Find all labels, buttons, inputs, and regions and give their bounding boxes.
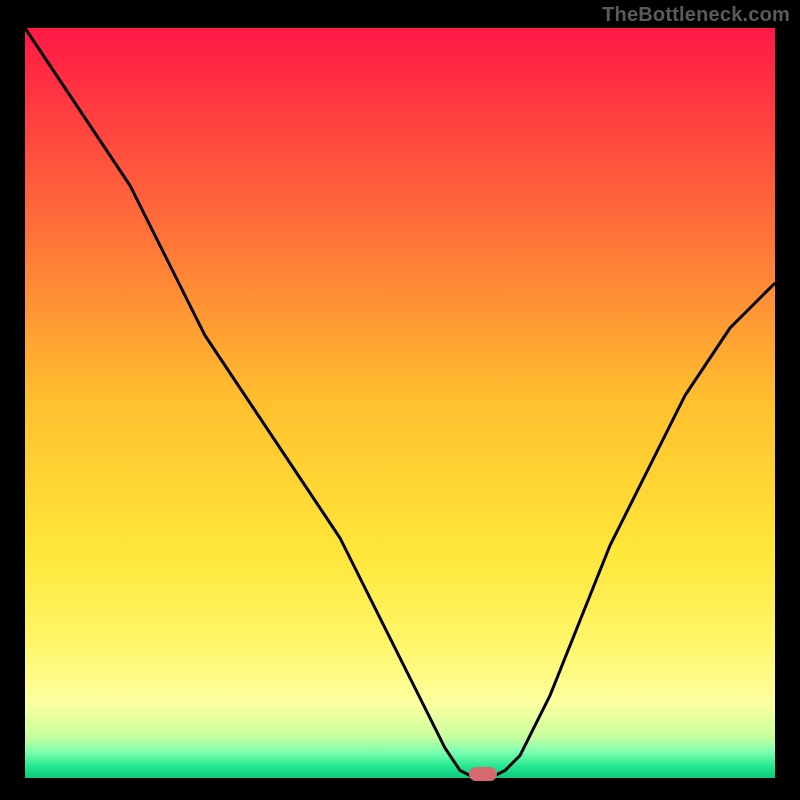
chart-frame: TheBottleneck.com [0, 0, 800, 800]
bottleneck-plot [25, 28, 775, 778]
watermark-text: TheBottleneck.com [602, 4, 790, 27]
gradient-background [25, 28, 775, 778]
minimum-marker [469, 767, 497, 781]
